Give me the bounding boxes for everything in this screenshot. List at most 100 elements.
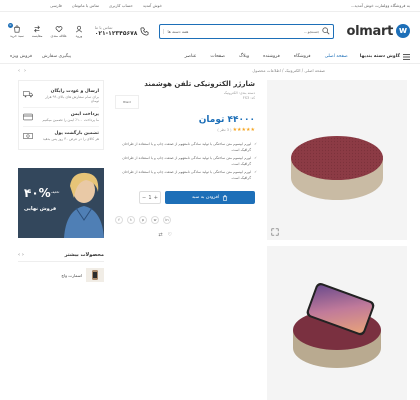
featured-next-icon[interactable]: › xyxy=(18,252,20,258)
nav-item-pages[interactable]: صفحات xyxy=(210,54,225,59)
promo-banner[interactable]: ۴۰% تخفیف فروش نهایی xyxy=(18,168,104,238)
review-count-link[interactable]: ( 3 نظر ) xyxy=(217,128,231,132)
track-order-link[interactable]: پیگیری سفارش xyxy=(42,54,71,59)
cart-count-badge: 0 xyxy=(8,22,13,28)
service-desc: ما پرداخت ۱۰۰٪ ایمن را تضمین میکنیم xyxy=(42,118,99,122)
header-icons: ورود علاقه مندی مقایسه 0 سبد خرید xyxy=(8,22,83,38)
welcome-note: به فروشگاه وولمارت خوش آمدید... xyxy=(350,3,410,8)
share-buttons: f t p w in xyxy=(115,216,255,224)
facebook-icon[interactable]: f xyxy=(115,216,123,224)
featured-prev-icon[interactable]: ‹ xyxy=(22,252,24,258)
service-item: پرداخت ایمن ما پرداخت ۱۰۰٪ ایمن را تضمین… xyxy=(23,108,99,127)
nav-item-shop[interactable]: فروشگاه xyxy=(294,54,311,59)
product-image-main[interactable] xyxy=(267,80,407,240)
product-info: شارژر الکترونیکی تلفن هوشمند دسته بندی: … xyxy=(115,80,257,224)
banner-sub: تخفیف xyxy=(51,190,60,194)
wishlist-heart-icon[interactable]: ♡ xyxy=(168,232,172,238)
all-categories-button[interactable]: گاوش دسته بندیها xyxy=(359,53,410,60)
compare-icon xyxy=(34,25,41,32)
special-sale-link[interactable]: فروش ویژه xyxy=(10,54,32,59)
cart-label: سبد خرید xyxy=(10,33,24,38)
compare-label: مقایسه xyxy=(31,33,43,38)
nav-item-elements[interactable]: عناصر xyxy=(185,54,197,59)
logo-text: olmart xyxy=(346,23,393,39)
compare-button[interactable]: مقایسه xyxy=(32,25,43,38)
pinterest-icon[interactable]: p xyxy=(139,216,147,224)
phone-icon xyxy=(141,27,149,35)
wishlist-button[interactable]: علاقه مندی xyxy=(51,25,67,38)
nav-item-blog[interactable]: وبلاگ xyxy=(239,54,249,59)
add-to-cart-button[interactable]: افزودن به سبد xyxy=(165,191,255,204)
service-title: تضمین بازگشت پول xyxy=(54,131,99,136)
rating-stars: ★★★★★ xyxy=(232,127,256,133)
top-link[interactable]: حساب کاربری xyxy=(109,3,133,8)
featured-item-name: اسمارت واچ xyxy=(61,272,82,278)
banner-percent: ۴۰% xyxy=(24,186,51,200)
feature-item: لورم ایپسوم متن ساختگی با تولید سادگی نا… xyxy=(115,155,257,167)
prev-product-icon[interactable]: ‹ xyxy=(24,68,26,74)
main-nav: گاوش دسته بندیها صفحه اصلی فروشگاه فروشن… xyxy=(0,50,420,64)
product-actions: ♡ ⇄ xyxy=(158,232,172,238)
search-input[interactable] xyxy=(191,28,320,34)
menu-icon xyxy=(403,53,410,60)
all-categories-label: گاوش دسته بندیها xyxy=(359,54,400,59)
feature-item: لورم ایپسوم متن ساختگی با تولید سادگی نا… xyxy=(115,169,257,181)
quantity-stepper[interactable]: + 1 − xyxy=(139,191,161,204)
product-rating: ★★★★★ ( 3 نظر ) xyxy=(115,127,255,133)
linkedin-icon[interactable]: in xyxy=(163,216,171,224)
feature-item: لورم ایپسوم متن ساختگی با تولید سادگی نا… xyxy=(115,141,257,153)
money-icon xyxy=(23,133,33,139)
featured-item-thumb xyxy=(86,268,104,282)
compare-arrows-icon[interactable]: ⇄ xyxy=(158,232,162,238)
product-image-secondary[interactable] xyxy=(267,246,407,400)
twitter-icon[interactable]: t xyxy=(127,216,135,224)
nav-item-vendor[interactable]: فروشنده xyxy=(263,54,280,59)
language-select[interactable]: فارسی xyxy=(50,3,62,8)
user-icon xyxy=(75,25,82,32)
qty-minus-icon[interactable]: − xyxy=(142,195,146,201)
top-link[interactable]: خوش آمدید xyxy=(143,3,162,8)
product-pager: ‹ › xyxy=(18,68,26,74)
service-item: تضمین بازگشت پول هر کالای را در عرض ۳۰ ر… xyxy=(23,127,99,145)
banner-model-image xyxy=(18,168,104,238)
add-to-cart-label: افزودن به سبد xyxy=(191,195,220,200)
brand-logo[interactable]: Brand xyxy=(115,95,139,109)
logo[interactable]: w olmart xyxy=(346,24,410,39)
service-desc: برای تمام سفارش های بالای ۹۹ هزار تومان xyxy=(45,95,99,103)
whatsapp-icon[interactable]: w xyxy=(151,216,159,224)
sidebar: ارسال و عودت رایگان برای تمام سفارش های … xyxy=(18,80,104,282)
buy-row: افزودن به سبد + 1 − xyxy=(115,191,255,204)
cart-button[interactable]: 0 سبد خرید xyxy=(8,22,24,38)
wishlist-label: علاقه مندی xyxy=(50,33,67,38)
product-gallery xyxy=(267,80,407,400)
card-icon xyxy=(23,113,33,121)
qty-value: 1 xyxy=(148,194,152,201)
zoom-icon[interactable] xyxy=(271,228,279,236)
nav-extra: پیگیری سفارش فروش ویژه xyxy=(10,54,71,59)
product-title: شارژر الکترونیکی تلفن هوشمند xyxy=(144,80,255,88)
phone-number: ۰۲۱-۱۲۳۴۵۶۷۸ xyxy=(94,30,138,37)
charger-phone-image xyxy=(293,282,381,368)
product-price: ۴۴۰۰۰ تومان xyxy=(198,115,255,125)
breadcrumb[interactable]: صفحه اصلی / الکترونیک / اطلاعات محصول xyxy=(252,68,325,73)
search-bar: همه دسته ها xyxy=(159,23,335,39)
top-links: خوش آمدید حساب کاربری تماس با ما xyxy=(81,3,162,8)
feature-list: لورم ایپسوم متن ساختگی با تولید سادگی نا… xyxy=(115,141,257,181)
top-link[interactable]: تماس با ما xyxy=(81,3,99,8)
service-desc: هر کالای را در عرض ۳۰ روز پس بدهید xyxy=(42,137,99,141)
next-product-icon[interactable]: › xyxy=(18,68,20,74)
heart-icon xyxy=(55,25,63,32)
charger-image xyxy=(291,136,383,200)
top-bar: به فروشگاه وولمارت خوش آمدید... خوش آمدی… xyxy=(0,0,420,12)
account-button[interactable]: ورود xyxy=(75,25,83,38)
nav-item-home[interactable]: صفحه اصلی xyxy=(325,54,348,59)
search-category-select[interactable]: همه دسته ها xyxy=(163,28,188,34)
nav-items: صفحه اصلی فروشگاه فروشنده وبلاگ صفحات عن… xyxy=(185,54,348,59)
featured-products: محصولات بیشتر ‹ › اسمارت واچ xyxy=(18,252,104,282)
qty-plus-icon[interactable]: + xyxy=(154,195,158,201)
service-item: ارسال و عودت رایگان برای تمام سفارش های … xyxy=(23,85,99,108)
phone-info: تماس با ما ۰۲۱-۱۲۳۴۵۶۷۸ xyxy=(95,25,150,37)
currency-select[interactable]: تومان xyxy=(72,3,81,8)
featured-item[interactable]: اسمارت واچ xyxy=(18,268,104,282)
search-icon[interactable] xyxy=(322,27,330,35)
